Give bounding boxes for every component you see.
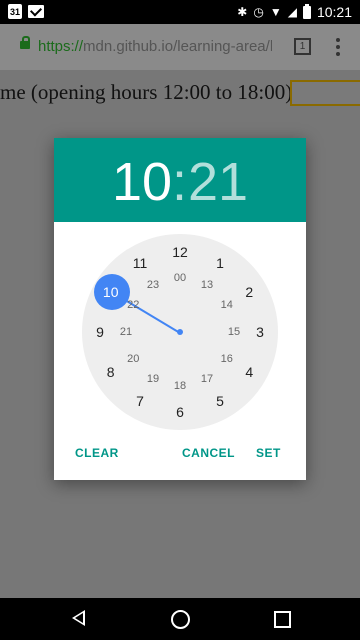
signal-icon: ◢ <box>287 5 297 19</box>
clock-hour-21[interactable]: 21 <box>114 320 138 344</box>
navigation-bar <box>0 598 360 640</box>
back-icon[interactable] <box>72 610 85 626</box>
clock-hour-9[interactable]: 9 <box>88 320 112 344</box>
battery-icon <box>302 3 311 19</box>
clock-hour-4[interactable]: 4 <box>237 360 261 384</box>
status-bar: 31 ✱ ◷ ▼ ◢ 10:21 <box>0 0 360 24</box>
clock-hour-17[interactable]: 17 <box>195 367 219 391</box>
cancel-button[interactable]: CANCEL <box>182 446 235 460</box>
tab-switcher-button[interactable]: 1 <box>294 38 311 55</box>
calendar-day: 31 <box>9 7 20 17</box>
time-picker-dialog: 10 : 21 12 1 2 3 4 5 6 7 8 9 10 11 00 13 14 15 16 17 18 19 2… <box>54 138 306 480</box>
clock-face[interactable]: 12 1 2 3 4 5 6 7 8 9 10 11 00 13 14 15 16 17 18 19 20 21 22 23 <box>82 234 278 430</box>
home-icon[interactable] <box>171 610 190 629</box>
clock-hour-00[interactable]: 00 <box>168 266 192 290</box>
clock-hour-12[interactable]: 12 <box>168 240 192 264</box>
url-scheme: https:// <box>38 38 84 55</box>
clock-hour-20[interactable]: 20 <box>121 347 145 371</box>
url-path: mdn.github.io/learning-area/ht <box>83 38 272 55</box>
clock-hour-18[interactable]: 18 <box>168 374 192 398</box>
browser-toolbar: https://mdn.github.io/learning-area/ht 1 <box>0 24 360 70</box>
minutes-display[interactable]: 21 <box>188 150 248 214</box>
recents-icon[interactable] <box>274 611 291 628</box>
mail-icon <box>28 5 44 18</box>
clock-hour-14[interactable]: 14 <box>215 293 239 317</box>
lock-icon <box>20 36 30 49</box>
page-field-label: me (opening hours 12:00 to 18:00): <box>0 80 299 104</box>
clock-hour-6[interactable]: 6 <box>168 400 192 424</box>
clock-center <box>177 329 183 335</box>
time-picker-header: 10 : 21 <box>54 138 306 222</box>
clear-button[interactable]: CLEAR <box>75 446 119 460</box>
status-time: 10:21 <box>316 4 352 20</box>
clock-hour-5[interactable]: 5 <box>208 389 232 413</box>
overflow-menu-icon[interactable] <box>336 38 340 56</box>
clock-hour-8[interactable]: 8 <box>99 360 123 384</box>
clock-hour-2[interactable]: 2 <box>237 280 261 304</box>
alarm-icon: ◷ <box>253 5 264 19</box>
wifi-icon: ▼ <box>269 5 282 19</box>
clock-hour-15[interactable]: 15 <box>222 320 246 344</box>
clock-hour-7[interactable]: 7 <box>128 389 152 413</box>
time-input[interactable] <box>290 80 360 106</box>
clock-hour-3[interactable]: 3 <box>248 320 272 344</box>
hours-display[interactable]: 10 <box>112 150 172 214</box>
clock-hour-10[interactable]: 10 <box>99 280 123 304</box>
clock-hour-11[interactable]: 11 <box>128 251 152 275</box>
bluetooth-icon: ✱ <box>237 5 248 19</box>
time-separator: : <box>172 152 188 212</box>
calendar-icon: 31 <box>8 4 22 19</box>
set-button[interactable]: SET <box>256 446 281 460</box>
clock-hour-23[interactable]: 23 <box>141 273 165 297</box>
url-field[interactable]: https://mdn.github.io/learning-area/ht <box>38 36 272 58</box>
clock-hour-1[interactable]: 1 <box>208 251 232 275</box>
